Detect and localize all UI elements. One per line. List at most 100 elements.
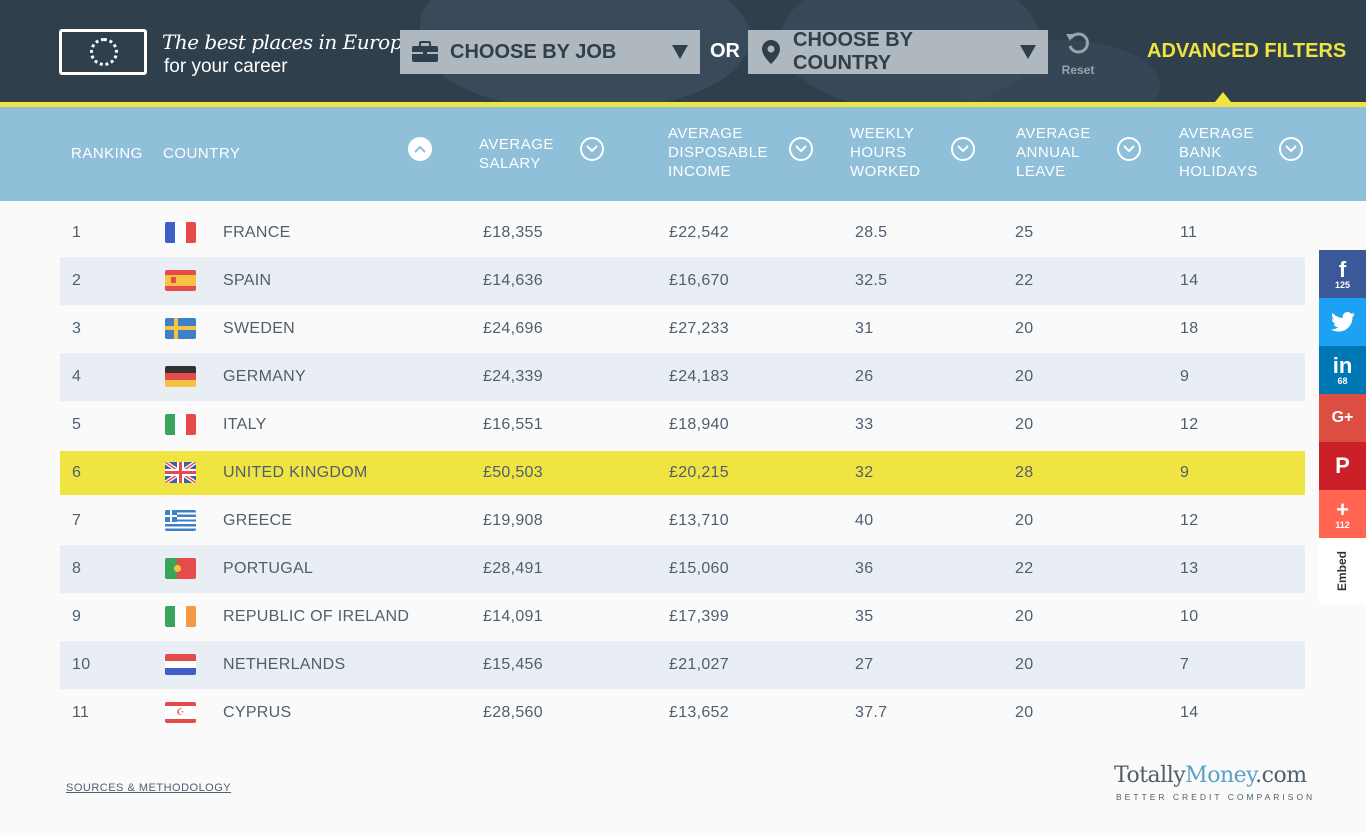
chevron-up-icon <box>414 145 426 153</box>
brand-part: .com <box>1255 763 1307 788</box>
country-dropdown[interactable]: CHOOSE BY COUNTRY <box>748 29 1048 74</box>
brand-part: Money <box>1185 763 1256 788</box>
table-row[interactable]: ☪ 11 CYPRUS £28,560 £13,652 37.7 20 14 <box>60 689 1305 737</box>
cell-country: FRANCE <box>223 224 291 241</box>
embed-button[interactable]: Embed <box>1319 538 1366 604</box>
cell-annual-leave: 20 <box>1015 368 1034 385</box>
country-flag-icon <box>165 318 196 339</box>
facebook-count: 125 <box>1334 279 1351 290</box>
logo-title: The best places in Europe <box>162 30 414 54</box>
twitter-share-button[interactable] <box>1319 298 1366 346</box>
eu-stars-icon <box>90 38 118 66</box>
table-row[interactable]: 3 SWEDEN £24,696 £27,233 31 20 18 <box>60 305 1305 353</box>
country-flag-icon <box>165 606 196 627</box>
cell-country: SWEDEN <box>223 320 296 337</box>
cell-bank-holidays: 7 <box>1180 656 1190 673</box>
col-label-line: HOURS <box>850 144 907 161</box>
col-label-line: AVERAGE <box>1179 125 1254 142</box>
col-label-line: WEEKLY <box>850 125 915 142</box>
chevron-down-icon <box>586 145 598 153</box>
table-row[interactable]: 10 NETHERLANDS £15,456 £21,027 27 20 7 <box>60 641 1305 689</box>
cell-annual-leave: 20 <box>1015 416 1034 433</box>
sort-hours-button[interactable] <box>951 137 975 161</box>
table-row[interactable]: 6 UNITED KINGDOM £50,503 £20,215 32 28 9 <box>60 449 1305 497</box>
cell-bank-holidays: 9 <box>1180 464 1190 481</box>
cell-salary: £14,091 <box>483 608 543 625</box>
cell-bank-holidays: 18 <box>1180 320 1199 337</box>
cell-rank: 3 <box>72 320 82 337</box>
table-row[interactable]: 5 ITALY £16,551 £18,940 33 20 12 <box>60 401 1305 449</box>
cell-weekly-hours: 37.7 <box>855 704 888 721</box>
facebook-icon: f <box>1338 256 1347 282</box>
chevron-down-icon <box>1008 45 1048 59</box>
col-label-line: BANK <box>1179 144 1222 161</box>
cell-disposable-income: £27,233 <box>669 320 729 337</box>
more-share-button[interactable]: + 112 <box>1319 490 1366 538</box>
cell-annual-leave: 20 <box>1015 704 1034 721</box>
cell-bank-holidays: 14 <box>1180 704 1199 721</box>
brand-part: Totally <box>1114 763 1186 788</box>
cell-bank-holidays: 13 <box>1180 560 1199 577</box>
cell-disposable-income: £18,940 <box>669 416 729 433</box>
sort-country-button[interactable] <box>408 137 432 161</box>
job-dropdown[interactable]: CHOOSE BY JOB <box>400 30 700 74</box>
country-flag-icon <box>165 462 196 483</box>
cell-annual-leave: 20 <box>1015 608 1034 625</box>
totallymoney-logo[interactable]: TotallyMoney.com <box>1114 763 1307 788</box>
facebook-share-button[interactable]: f 125 <box>1319 250 1366 298</box>
col-bank-holidays[interactable]: AVERAGE BANK HOLIDAYS <box>1179 124 1258 181</box>
cell-bank-holidays: 14 <box>1180 272 1199 289</box>
table-row[interactable]: 4 GERMANY £24,339 £24,183 26 20 9 <box>60 353 1305 401</box>
sort-disposable-button[interactable] <box>789 137 813 161</box>
cell-disposable-income: £15,060 <box>669 560 729 577</box>
google-plus-share-button[interactable]: G+ <box>1319 394 1366 442</box>
cell-annual-leave: 28 <box>1015 464 1034 481</box>
linkedin-icon: in <box>1332 352 1353 378</box>
col-disposable-income[interactable]: AVERAGE DISPOSABLE INCOME <box>668 124 768 181</box>
briefcase-icon <box>400 41 450 63</box>
cell-bank-holidays: 11 <box>1180 224 1198 241</box>
cell-country: GERMANY <box>223 368 306 385</box>
sources-methodology-link[interactable]: SOURCES & METHODOLOGY <box>66 782 231 794</box>
sort-leave-button[interactable] <box>1117 137 1141 161</box>
cell-country: CYPRUS <box>223 704 292 721</box>
table-row[interactable]: 2 SPAIN £14,636 £16,670 32.5 22 14 <box>60 257 1305 305</box>
col-label-line: HOLIDAYS <box>1179 163 1258 180</box>
col-weekly-hours[interactable]: WEEKLY HOURS WORKED <box>850 124 921 181</box>
cell-annual-leave: 20 <box>1015 656 1034 673</box>
col-country[interactable]: COUNTRY <box>163 144 240 163</box>
pinterest-share-button[interactable]: P <box>1319 442 1366 490</box>
cell-bank-holidays: 10 <box>1180 608 1199 625</box>
advanced-filters-button[interactable]: ADVANCED FILTERS <box>1147 40 1346 63</box>
reset-label: Reset <box>1061 63 1095 77</box>
table-row[interactable]: 1 FRANCE £18,355 £22,542 28.5 25 11 <box>60 209 1305 257</box>
sort-salary-button[interactable] <box>580 137 604 161</box>
reset-button[interactable]: Reset <box>1058 30 1098 77</box>
twitter-icon <box>1330 312 1355 332</box>
cell-rank: 2 <box>72 272 82 289</box>
cell-rank: 7 <box>72 512 82 529</box>
country-flag-icon <box>165 510 196 531</box>
sort-holidays-button[interactable] <box>1279 137 1303 161</box>
cell-disposable-income: £22,542 <box>669 224 729 241</box>
cell-salary: £16,551 <box>483 416 543 433</box>
cell-weekly-hours: 35 <box>855 608 874 625</box>
linkedin-share-button[interactable]: in 68 <box>1319 346 1366 394</box>
col-average-salary[interactable]: AVERAGE SALARY <box>479 135 554 173</box>
country-flag-icon <box>165 654 196 675</box>
cell-salary: £24,696 <box>483 320 543 337</box>
location-pin-icon <box>748 40 793 64</box>
table-row[interactable]: 8 PORTUGAL £28,491 £15,060 36 22 13 <box>60 545 1305 593</box>
brand-tagline: BETTER CREDIT COMPARISON <box>1116 792 1316 802</box>
cell-country: GREECE <box>223 512 293 529</box>
cell-weekly-hours: 33 <box>855 416 874 433</box>
table-row[interactable]: 9 REPUBLIC OF IRELAND £14,091 £17,399 35 20 10 <box>60 593 1305 641</box>
cell-disposable-income: £13,652 <box>669 704 729 721</box>
embed-label: Embed <box>1335 550 1350 592</box>
table-row[interactable]: 7 GREECE £19,908 £13,710 40 20 12 <box>60 497 1305 545</box>
country-flag-icon <box>165 222 196 243</box>
col-annual-leave[interactable]: AVERAGE ANNUAL LEAVE <box>1016 124 1091 181</box>
cell-weekly-hours: 26 <box>855 368 874 385</box>
col-label-line: DISPOSABLE <box>668 144 769 161</box>
col-ranking[interactable]: RANKING <box>71 144 143 163</box>
